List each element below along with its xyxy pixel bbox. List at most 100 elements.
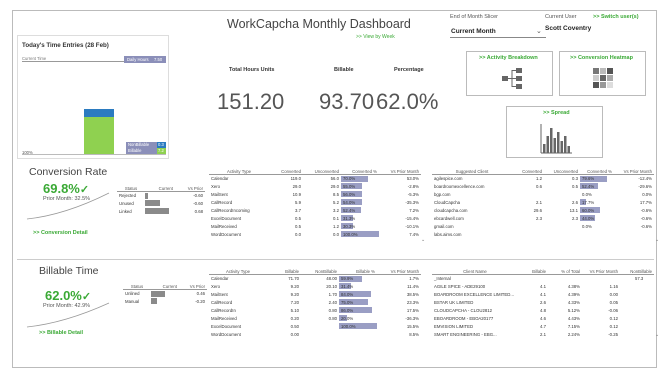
percentage-label: Percentage — [394, 67, 424, 73]
section-divider — [17, 259, 654, 260]
table-cell: 4.7 — [540, 323, 546, 329]
table-row[interactable]: cloudcapcha.com 29.6 13.1 60.0% -0.6% — [432, 206, 654, 214]
conversion-underline — [26, 192, 110, 220]
page-title: WorkCapcha Monthly Dashboard — [227, 17, 411, 31]
table-row[interactable]: Calendar 71.70 48.00 59.9% 1.7% — [209, 274, 421, 282]
table-cell: bgp.com — [434, 191, 451, 197]
table-cell — [544, 222, 580, 230]
table-row[interactable]: CallRecordIn 5.10 0.80 86.0% 17.5% — [209, 306, 421, 314]
current-bar — [151, 298, 157, 304]
table-cell: 0.12 — [609, 323, 618, 329]
table-row[interactable]: Xero 9.20 20.10 31.4% 11.4% — [209, 282, 421, 290]
table-row[interactable]: CallRecordIncoming 3.7 3.2 52.4% 7.2% — [209, 206, 421, 214]
table-row[interactable]: Rejected -0.60 — [117, 191, 205, 199]
percent-bar-cell: 60.0% — [580, 206, 614, 214]
activity-breakdown-button[interactable]: >> Activity Breakdown — [466, 51, 553, 96]
conversion-heatmap-button[interactable]: >> Conversion Heatmap — [559, 51, 646, 96]
table-row[interactable]: ExcelDocument 0.5 0.1 31.3% -15.4% — [209, 214, 421, 222]
percent-bar-cell: 31.4% — [339, 282, 377, 290]
percent-bar-cell: 100.0% — [339, 322, 377, 330]
percent-bar-cell: 52.4% — [580, 182, 614, 190]
table-row[interactable]: MailReceived 0.5 1.2 30.3% -10.1% — [209, 222, 421, 230]
table-cell: -36.3% — [405, 315, 419, 321]
column-header: Activity Type — [209, 164, 269, 175]
conversion-client-scroll-arrow-icon[interactable]: ⌄ — [655, 238, 659, 243]
percent-value: 75.0% — [341, 299, 354, 305]
table-row[interactable]: Unused -0.60 — [117, 199, 205, 207]
activity-breakdown-label: >> Activity Breakdown — [479, 55, 538, 61]
table-cell: 53.0% — [406, 175, 419, 181]
table-row[interactable]: Linked 0.68 — [117, 207, 205, 215]
table-header-row: Status Current Vs Prior — [117, 181, 205, 192]
table-cell: 1.7% — [409, 275, 419, 281]
table-cell: 0.6 — [536, 183, 542, 189]
table-row[interactable]: MailSent 10.9 8.5 56.0% -5.3% — [209, 190, 421, 198]
conversion-activity-scroll-arrow-icon[interactable]: ⌄ — [421, 238, 425, 243]
spread-button[interactable]: >> Spread — [506, 106, 603, 158]
table-row[interactable]: CallRecord 7.20 2.40 75.0% 23.3% — [209, 298, 421, 306]
table-cell — [620, 306, 654, 314]
slicer-dropdown[interactable]: Current Month ⌄ — [450, 26, 546, 38]
table-row[interactable]: Xero 29.0 29.0 55.0% -2.8% — [209, 182, 421, 190]
table-row[interactable]: BSTAR UK LIMITED 2.6 4.33% 0.05 — [432, 298, 654, 306]
percent-value: 0.0% — [582, 223, 592, 229]
table-row[interactable]: CallRecord 5.9 5.2 54.0% -35.3% — [209, 198, 421, 206]
percent-value: 20.0% — [341, 315, 354, 321]
table-row[interactable]: AGILE SPICE - ADE29100 4.1 4.38% 1.16 — [432, 282, 654, 290]
table-cell — [620, 322, 654, 330]
billable-detail-link[interactable]: >> Billable Detail — [39, 330, 83, 337]
table-row[interactable]: Unlined 0.46 — [123, 289, 207, 297]
table-row[interactable]: ebcardwell.com 2.3 2.3 44.0% -0.6% — [432, 214, 654, 222]
table-cell: Xero — [211, 183, 221, 189]
percent-bar-cell: 75.0% — [339, 298, 377, 306]
table-row[interactable]: EBOARDROOM - EBOA20177 4.6 4.43% 0.12 — [432, 314, 654, 322]
table-cell: Xero — [211, 283, 221, 289]
table-cell: 4.38% — [567, 283, 580, 289]
table-row[interactable]: bgp.com 0.0% 0.0% — [432, 190, 654, 198]
table-row[interactable]: CLOUDCAPCHA - CLOU2812 4.8 5.12% -0.06 — [432, 306, 654, 314]
daily-hours-value: 7.50 — [154, 56, 163, 62]
column-header: Unconverted — [303, 164, 341, 175]
percent-value: 100.0% — [341, 323, 356, 329]
table-row[interactable]: WordDocument 0.00 8.5% — [209, 330, 421, 338]
table-cell — [620, 314, 654, 322]
tree-icon — [502, 68, 522, 89]
table-header-row: Activity Type Billable NonBillable Billable… — [209, 264, 421, 275]
table-cell: agilespice.com — [434, 175, 463, 181]
table-cell: 2.6 — [540, 299, 546, 305]
table-row[interactable]: MailSent 9.20 1.70 84.0% 38.5% — [209, 290, 421, 298]
table-row[interactable]: _Internal — [432, 274, 654, 282]
table-row[interactable]: CloudCapcha 2.1 2.6 17.7% 17.7% — [432, 198, 654, 206]
current-bar — [151, 290, 165, 297]
current-bar-cell — [151, 297, 179, 305]
percent-bar-cell: 59.9% — [339, 274, 377, 282]
table-cell: CallRecord — [211, 299, 233, 305]
column-header: Billable — [267, 264, 301, 275]
percent-bar-cell — [580, 230, 614, 238]
table-cell: CallRecord — [211, 199, 233, 205]
table-cell: CallRecordIncoming — [211, 207, 250, 213]
table-row[interactable]: WordDocument 0.0 0.0 100.0% 7.4% — [209, 230, 421, 238]
switch-user-link[interactable]: >> Switch user(s) — [593, 14, 639, 21]
table-row[interactable]: Calendar 119.0 56.0 70.0% 53.0% — [209, 174, 421, 182]
column-header: Vs Prior Month — [614, 164, 654, 175]
table-row[interactable]: Manual -0.20 — [123, 297, 207, 305]
total-hours-value: 151.20 — [217, 89, 285, 114]
table-row[interactable]: SMART ENGINEERING - EBG... 2.1 2.24% -0.25 — [432, 330, 654, 338]
conversion-detail-link[interactable]: >> Conversion Detail — [33, 230, 88, 237]
table-row[interactable]: labs.aims.com — [432, 230, 654, 238]
table-row[interactable]: BOARDROOM EXCELLENCE LIMITED... 4.1 4.39% 0… — [432, 290, 654, 298]
table-row[interactable]: boardroomexcellence.com 0.6 0.5 52.4% -29.6% — [432, 182, 654, 190]
billable-client-scroll-arrow-icon[interactable]: ⌄ — [655, 333, 659, 338]
status-label: Unlined — [125, 290, 140, 296]
table-row[interactable]: ExcelDocument 0.50 100.0% 15.5% — [209, 322, 421, 330]
table-row[interactable]: gmail.com 0.0% -0.6% — [432, 222, 654, 230]
billable-title: Billable Time — [39, 265, 99, 277]
table-cell: BOARDROOM EXCELLENCE LIMITED... — [434, 291, 514, 297]
table-cell: CallRecordIn — [211, 307, 236, 313]
table-row[interactable]: EMVISION LIMITED 4.7 7.15% 0.12 — [432, 322, 654, 330]
table-row[interactable]: agilespice.com 1.2 0.3 79.6% -12.4% — [432, 174, 654, 182]
table-row[interactable]: MailReceived 0.20 0.80 20.0% -36.3% — [209, 314, 421, 322]
today-time-entries-card[interactable]: Today's Time Entries (28 Feb) Current Ti… — [17, 35, 169, 159]
view-by-week-link[interactable]: >> View by Week — [356, 35, 395, 40]
